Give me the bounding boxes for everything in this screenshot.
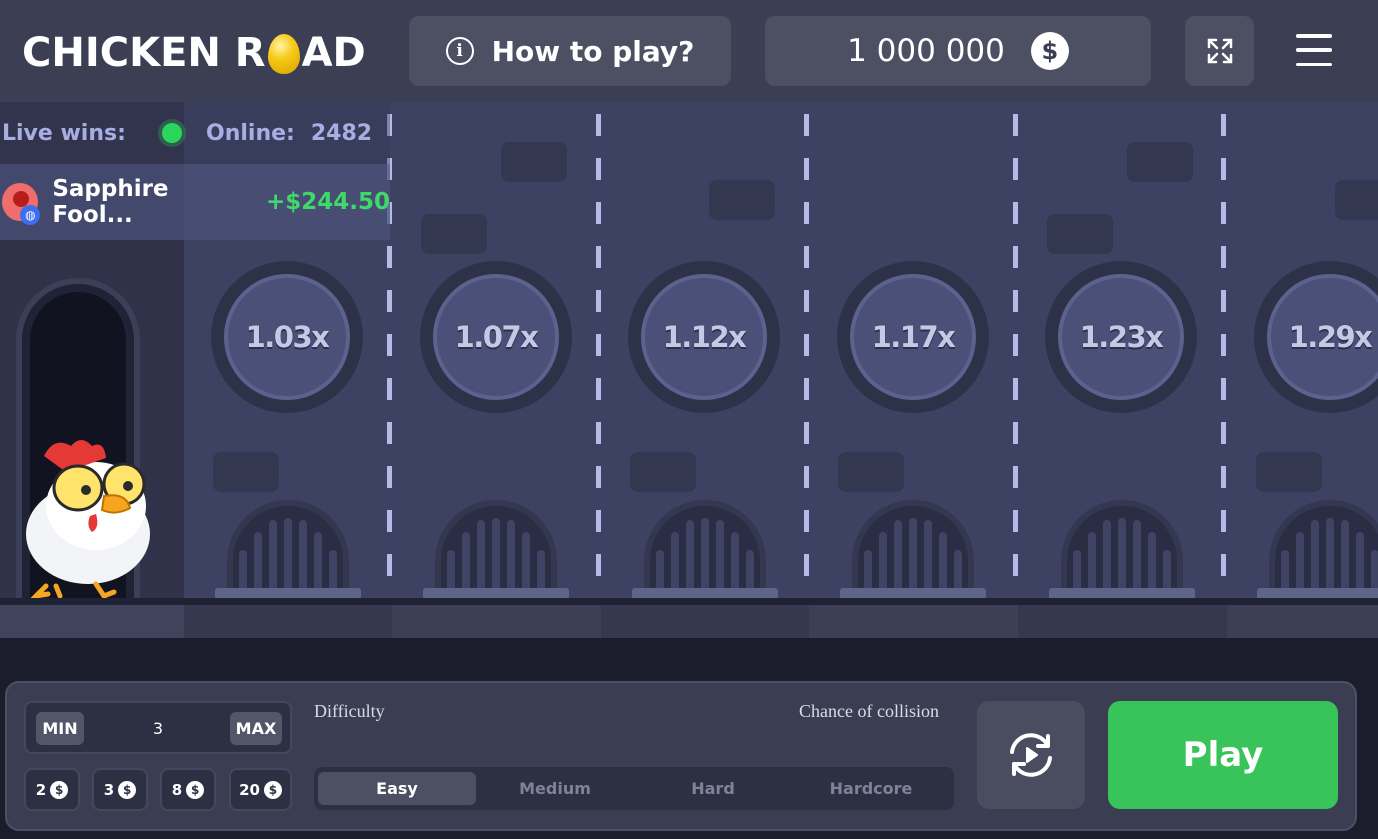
lane-divider: [804, 114, 809, 604]
wall-brick: [213, 452, 279, 492]
quick-bet-value: 8: [171, 780, 183, 799]
how-to-play-label: How to play?: [491, 34, 695, 68]
multiplier-value: 1.12x: [641, 274, 767, 400]
wall-brick: [1047, 214, 1113, 254]
dollar-coin-icon: $: [1030, 32, 1069, 70]
dollar-coin-icon: $: [118, 780, 137, 799]
multiplier-coin[interactable]: 1.23x: [1045, 261, 1197, 413]
avatar: ◍: [2, 183, 41, 225]
lane-divider: [1013, 114, 1018, 604]
quick-bet-value: 20: [239, 780, 260, 799]
quick-bet-button[interactable]: 20 $: [229, 768, 292, 811]
quick-bet-value: 3: [103, 780, 115, 799]
lane-divider: [1221, 114, 1226, 604]
multiplier-coin[interactable]: 1.29x: [1254, 261, 1378, 413]
sewer-grate: [1269, 500, 1378, 598]
quick-bet-button[interactable]: 8 $: [160, 768, 216, 811]
hamburger-icon-line: [1296, 48, 1332, 52]
wall-brick: [630, 452, 696, 492]
dollar-coin-icon: $: [263, 780, 282, 799]
bet-amount-input[interactable]: 3: [136, 712, 180, 745]
quick-bet-value: 2: [35, 780, 47, 799]
fullscreen-icon: [1207, 38, 1232, 64]
online-count: 2482: [310, 120, 373, 146]
multiplier-coin[interactable]: 1.17x: [837, 261, 989, 413]
sewer-grate: [644, 500, 766, 598]
menu-button[interactable]: [1294, 30, 1334, 70]
multiplier-value: 1.07x: [433, 274, 559, 400]
hamburger-icon-line: [1296, 34, 1332, 38]
difficulty-label: Difficulty: [314, 701, 385, 721]
logo-text-left: CHICKEN R: [22, 30, 266, 76]
autoplay-icon: [1010, 733, 1052, 777]
difficulty-selector: Easy Medium Hard Hardcore: [314, 767, 954, 810]
dollar-coin-icon: $: [50, 780, 69, 799]
chicken-road-logo: CHICKEN R AD: [22, 26, 366, 80]
live-win-entry: ◍ Sapphire Fool... +$244.50: [0, 164, 390, 240]
online-label: Online:: [206, 120, 295, 146]
quick-bet-button[interactable]: 3 $: [92, 768, 148, 811]
win-player-name: Sapphire Fool...: [52, 176, 169, 228]
multiplier-coin[interactable]: 1.03x: [211, 261, 363, 413]
logo-text-right: AD: [301, 30, 366, 76]
ground-strip: [0, 605, 1378, 638]
difficulty-option-hardcore[interactable]: Hardcore: [792, 772, 950, 805]
balance-value: 1 000 000: [847, 33, 1005, 69]
game-screen: CHICKEN R AD i How to play? 1 000 000 $: [0, 0, 1378, 839]
difficulty-option-medium[interactable]: Medium: [476, 772, 634, 805]
ground-edge: [0, 598, 1378, 605]
dollar-coin-icon: $: [186, 780, 205, 799]
wall-brick: [1127, 142, 1193, 182]
difficulty-option-easy[interactable]: Easy: [318, 772, 476, 805]
globe-icon: ◍: [20, 205, 41, 225]
wall-brick: [1256, 452, 1322, 492]
difficulty-option-hard[interactable]: Hard: [634, 772, 792, 805]
live-wins-label: Live wins:: [2, 120, 126, 146]
fullscreen-button[interactable]: [1185, 16, 1254, 86]
lane-divider: [596, 114, 601, 604]
wall-brick: [709, 180, 775, 220]
multiplier-value: 1.03x: [224, 274, 350, 400]
live-wins-bar: Live wins: Online: 2482: [0, 102, 390, 164]
wall-brick: [501, 142, 567, 182]
egg-icon: [267, 34, 300, 74]
sewer-grate: [1061, 500, 1183, 598]
how-to-play-button[interactable]: i How to play?: [409, 16, 731, 86]
multiplier-coin[interactable]: 1.07x: [420, 261, 572, 413]
sewer-grate: [852, 500, 974, 598]
play-button[interactable]: Play: [1108, 701, 1338, 809]
top-bar: CHICKEN R AD i How to play? 1 000 000 $: [0, 0, 1378, 102]
balance-display: 1 000 000 $: [765, 16, 1151, 86]
multiplier-value: 1.29x: [1267, 274, 1378, 400]
chicken-character: [26, 440, 150, 598]
sewer-grate: [435, 500, 557, 598]
multiplier-value: 1.23x: [1058, 274, 1184, 400]
wall-brick: [421, 214, 487, 254]
autoplay-button[interactable]: [977, 701, 1085, 809]
online-status-dot: [162, 123, 182, 143]
collision-chance-label: Chance of collision: [799, 701, 939, 721]
multiplier-coin[interactable]: 1.12x: [628, 261, 780, 413]
sewer-grate: [227, 500, 349, 598]
info-icon: i: [445, 37, 474, 65]
bet-max-button[interactable]: MAX: [230, 712, 282, 745]
multiplier-value: 1.17x: [850, 274, 976, 400]
quick-bet-button[interactable]: 2 $: [24, 768, 80, 811]
hamburger-icon-line: [1296, 62, 1332, 66]
wall-brick: [1335, 180, 1378, 220]
wall-brick: [838, 452, 904, 492]
bet-amount-control: MIN 3 MAX: [24, 701, 292, 754]
bet-min-button[interactable]: MIN: [36, 712, 84, 745]
win-amount: +$244.50: [265, 189, 390, 215]
